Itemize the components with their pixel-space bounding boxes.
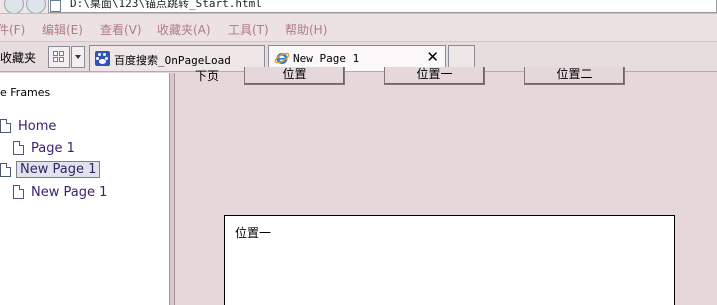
position-one-section: 位置一	[224, 215, 675, 305]
left-frame: e Frames Home Page 1 New Page 1 New Page…	[0, 73, 169, 305]
menu-file[interactable]: 件(F)	[0, 21, 25, 38]
forward-button[interactable]	[26, 0, 46, 13]
tree-item-label[interactable]: Page 1	[31, 141, 75, 156]
tree-item-label[interactable]: New Page 1	[16, 161, 101, 178]
position-two-button[interactable]: 位置二	[524, 67, 625, 85]
menu-tools[interactable]: 工具(T)	[228, 21, 269, 38]
address-text[interactable]: D:\桌面\123\锚点跳转_Start.html	[70, 0, 262, 11]
address-strip: D:\桌面\123\锚点跳转_Start.html	[0, 0, 717, 14]
back-button[interactable]	[4, 0, 24, 13]
section-heading: 位置一	[235, 226, 272, 240]
baidu-paw-icon	[95, 51, 110, 66]
menu-favorites[interactable]: 收藏夹(A)	[157, 21, 211, 38]
next-page-link[interactable]: 下页	[195, 67, 219, 84]
menu-bar: 件(F) 编辑(E) 查看(V) 收藏夹(A) 工具(T) 帮助(H)	[0, 14, 717, 42]
page-icon	[50, 0, 61, 12]
left-frame-title: e Frames	[0, 86, 51, 99]
chevron-down-icon	[75, 55, 81, 59]
tab-list-button[interactable]	[71, 46, 85, 68]
tree-item-label[interactable]: New Page 1	[31, 185, 107, 200]
favorites-label[interactable]: 收藏夹	[0, 49, 36, 66]
tab-baidu[interactable]: 百度搜索_OnPageLoad	[89, 45, 265, 71]
menu-edit[interactable]: 编辑(E)	[42, 21, 83, 38]
menu-help[interactable]: 帮助(H)	[285, 21, 327, 38]
close-icon[interactable]: ✕	[426, 48, 439, 66]
quick-tabs-button[interactable]	[48, 46, 70, 68]
tab-new-page-1-label: New Page 1	[293, 52, 360, 65]
tree-item-label[interactable]: Home	[18, 119, 56, 134]
document-icon	[0, 119, 11, 133]
quick-tabs-icon	[53, 51, 65, 63]
position-one-button[interactable]: 位置一	[384, 67, 485, 85]
ie-icon	[274, 52, 290, 64]
menu-view[interactable]: 查看(V)	[100, 21, 142, 38]
document-icon	[13, 185, 24, 199]
tab-baidu-label: 百度搜索_OnPageLoad	[114, 54, 231, 67]
document-icon	[13, 141, 24, 155]
position-button[interactable]: 位置	[244, 67, 345, 85]
document-icon	[0, 163, 11, 177]
main-frame: 下页 位置 位置一 位置二 位置一	[175, 67, 717, 305]
